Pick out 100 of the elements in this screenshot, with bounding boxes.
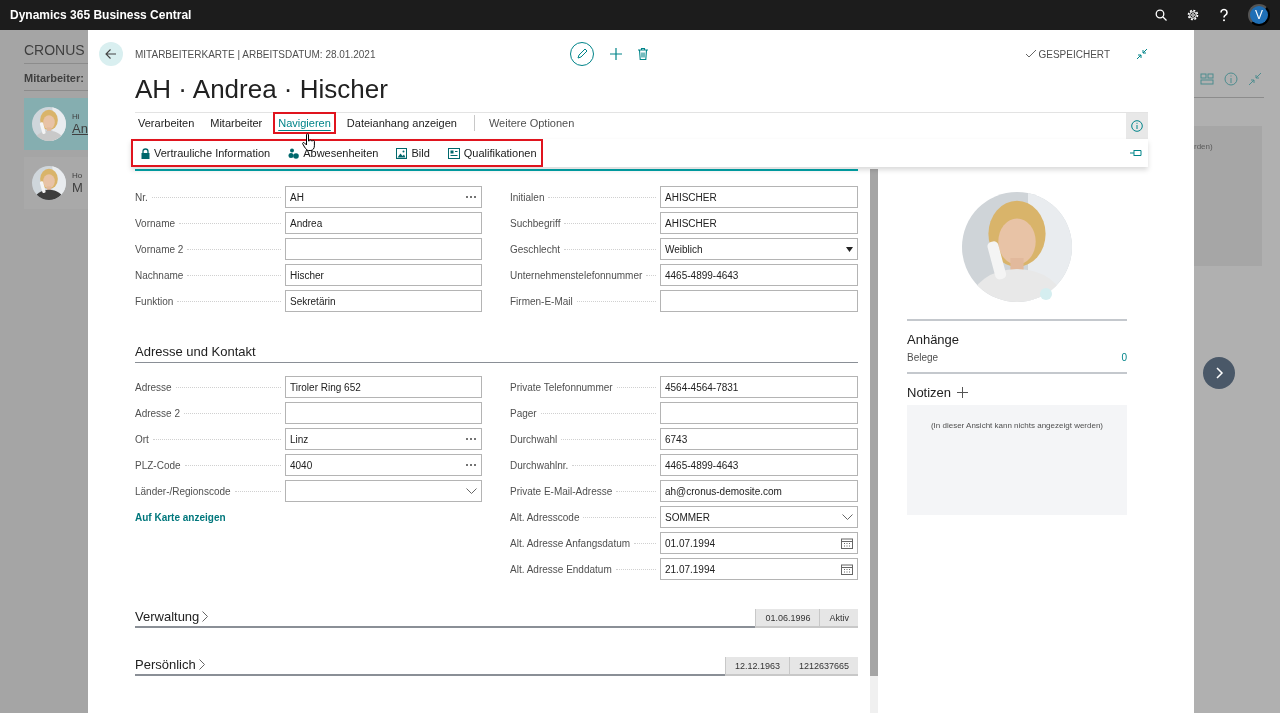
field-label: Pager [510,407,537,419]
menu-item[interactable]: Vertrauliche Information [141,147,271,159]
record-title: AH · Andrea · Hischer [135,74,389,104]
calendar-icon[interactable] [841,563,853,575]
ellipsis-icon[interactable] [465,437,477,441]
back-button[interactable] [99,42,123,66]
edit-button[interactable] [570,42,594,66]
lock-icon [141,147,150,159]
dropdown-field[interactable]: Weiblich [660,238,858,260]
input-field[interactable] [285,402,482,424]
input-field[interactable]: 4040 [285,454,482,476]
scrollbar[interactable] [870,169,878,713]
chevron-right-icon [198,659,205,670]
search-icon[interactable] [1155,9,1167,21]
summary-tag: 1212637665 [788,657,858,676]
plus-icon [957,387,969,398]
collapse-icon[interactable] [1136,48,1148,60]
input-field[interactable] [660,290,858,312]
people-icon [288,147,300,159]
factbox-title: Notizen [907,385,952,400]
help-icon[interactable] [1219,8,1229,22]
more-options-button[interactable]: Weitere Optionen [488,114,575,132]
field-label: Durchwahl [510,433,558,445]
pin-button[interactable] [1130,149,1142,157]
menu-item[interactable]: Bild [396,147,430,159]
menu-item[interactable]: Abwesenheiten [288,147,379,159]
action-tab[interactable]: Verarbeiten [135,114,198,132]
page-caption: MITARBEITERKARTE | ARBEITSDATUM: 28.01.2021 [135,48,377,60]
input-field[interactable] [285,238,482,260]
info-button[interactable] [1126,113,1148,139]
user-avatar[interactable]: V [1248,4,1270,26]
action-tab[interactable]: Navigieren [275,114,334,132]
action-tab[interactable]: Dateianhang anzeigen [343,114,460,132]
field-label: Vorname [135,217,176,229]
field-label: Durchwahlnr. [510,459,569,471]
section-header[interactable]: Persönlich [135,656,725,676]
input-field[interactable]: AHISCHER [660,212,858,234]
factbox-label: Belege [907,352,939,363]
dropdown-field[interactable] [285,480,482,502]
input-field[interactable]: Hischer [285,264,482,286]
chevron-right-icon [202,611,209,622]
input-field[interactable]: Sekretärin [285,290,482,312]
summary-tag: 12.12.1963 [724,657,789,676]
input-field[interactable]: Tiroler Ring 652 [285,376,482,398]
field-label: Funktion [135,295,174,307]
tile-name: An [72,121,88,136]
tile-name: M [72,180,83,195]
summary-tag: Aktiv [819,609,858,628]
map-link[interactable]: Auf Karte anzeigen [135,511,226,523]
chevron-down-icon[interactable] [842,514,853,520]
input-field[interactable] [660,402,858,424]
tile-caption: Hi [72,112,81,121]
date-field[interactable]: 01.07.1994 [660,532,858,554]
input-field[interactable]: 4465-4899-4643 [660,264,858,286]
chevron-right-icon [1214,367,1224,379]
ellipsis-icon[interactable] [465,195,477,199]
app-title: Dynamics 365 Business Central [10,8,193,22]
image-icon [396,147,408,159]
calendar-icon[interactable] [841,537,853,549]
field-label: Nachname [135,269,184,281]
input-field[interactable]: Andrea [285,212,482,234]
field-label: Adresse [135,381,172,393]
checkmark-icon [1024,49,1037,59]
input-field[interactable]: 6743 [660,428,858,450]
field-label: Firmen-E-Mail [510,295,573,307]
field-label: Adresse 2 [135,407,181,419]
info-icon [1131,120,1143,132]
field-label: Länder-/Regionscode [135,485,231,497]
field-label: Unternehmenstelefonnummer [510,269,643,281]
field-label: Initialen [510,191,545,203]
date-field[interactable]: 21.07.1994 [660,558,858,580]
settings-icon[interactable] [1186,8,1200,22]
add-note-button[interactable] [957,387,969,398]
dropdown-field[interactable]: SOMMER [660,506,858,528]
input-field[interactable]: 4465-4899-4643 [660,454,858,476]
chevron-down-icon[interactable] [466,488,477,494]
section-header[interactable]: Verwaltung [135,608,756,628]
notes-text: rden) [1194,142,1213,151]
section-title: Adresse und Kontakt [135,344,858,363]
plus-icon[interactable] [610,48,622,60]
input-field[interactable]: AH [285,186,482,208]
count-link[interactable]: 0 [1121,352,1127,363]
pin-icon [1130,149,1142,157]
input-field[interactable]: AHISCHER [660,186,858,208]
ellipsis-icon[interactable] [465,463,477,467]
action-tab[interactable]: Mitarbeiter [207,114,266,132]
input-field[interactable]: 4564-4564-7831 [660,376,858,398]
field-label: Ort [135,433,149,445]
back-arrow-icon [105,48,117,60]
field-label: PLZ-Code [135,459,181,471]
save-status: GESPEICHERT [1038,48,1110,60]
field-label: Nr. [135,191,148,203]
pencil-icon [576,48,588,60]
menu-item[interactable]: Qualifikationen [447,147,537,159]
trash-icon[interactable] [638,48,648,60]
dropdown-arrow-icon[interactable] [846,246,853,252]
input-field[interactable]: Linz [285,428,482,450]
field-label: Alt. Adresse Enddatum [510,563,612,575]
field-label: Suchbegriff [510,217,561,229]
input-field[interactable]: ah@cronus-demosite.com [660,480,858,502]
